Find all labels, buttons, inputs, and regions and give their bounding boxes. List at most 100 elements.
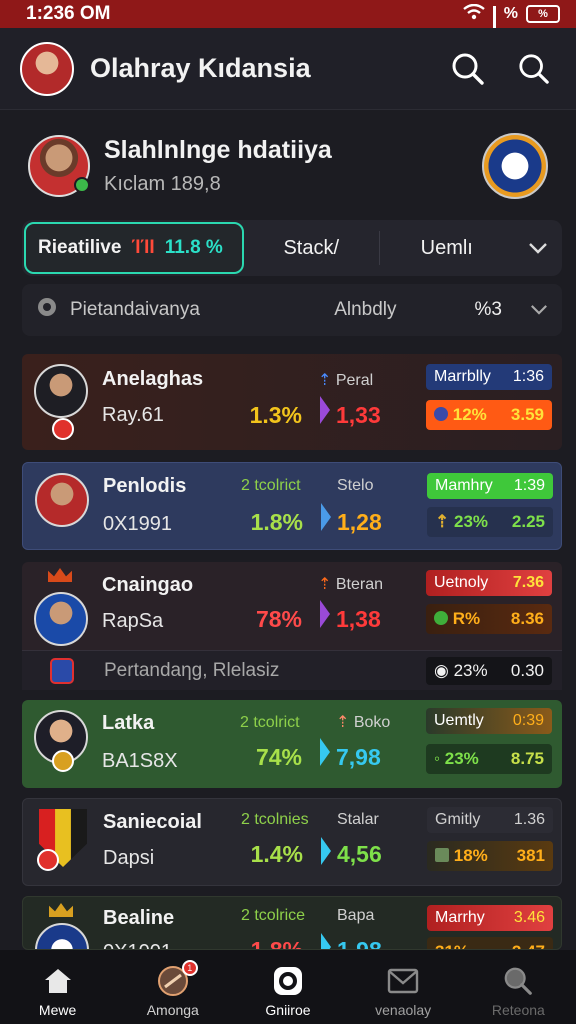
player-name: Cnaingao [102,574,194,596]
column-label: Stelo [337,477,374,494]
trend-arrow-icon [321,933,331,949]
trend-arrow-icon [320,738,330,766]
pill-value: 1:39 [513,477,545,494]
pill2-pct: 31% [435,942,469,949]
nav-item-home[interactable]: Mewe [3,964,113,1018]
nav-label: Reteona [491,1002,545,1018]
match-card[interactable]: Penlodis 0X1991 2 tcolrict Stelo 1.8% 1,… [22,462,562,550]
status-bar: 1:236 OM % % [0,0,576,45]
win-pct: 74% [255,744,302,770]
tab-active-pct: 11.8 % [164,237,223,258]
club-badge-icon [50,658,74,684]
mid-label: 2 tcolrict [241,477,301,494]
column-label: Bapa [337,907,375,924]
profile-avatar[interactable] [28,135,90,197]
odds-pill[interactable]: 18% 381 [427,841,553,871]
odds-value: 1,33 [336,402,381,428]
nav-item-center[interactable]: Gniiroe [233,964,343,1018]
odds-pill[interactable]: R% 8.36 [426,604,552,634]
player-avatar [35,473,89,527]
club-mini-icon [434,407,448,421]
status-pill[interactable]: Gmitly 1.36 [427,807,553,833]
pill2-pct: 12% [452,405,487,424]
odds-pill[interactable]: 31% 2.47 [427,937,553,949]
odds-value: 1,98 [337,937,382,950]
tab-stack[interactable]: Stack/ [244,237,379,260]
status-icons: % % [463,3,560,45]
player-avatar [34,592,88,646]
odds-pill[interactable]: ◦ 23% 8.75 [426,744,552,774]
odds-pill[interactable]: 12% 3.59 [426,400,552,430]
nav-label: Amonga [146,1002,199,1018]
nav-item-search[interactable]: Reteona [463,964,573,1018]
nav-item-matches[interactable]: 1 Amonga [118,960,228,1018]
tabs-row: Rieatilive ΊΊΙ 11.8 % Stack/ Uemlı [22,220,562,276]
match-card[interactable]: Cnaingao RapSa ⇡ Bteran 78% 1,38 Uetnoly… [22,562,562,690]
win-pct: 1.4% [250,841,303,867]
column-label-text: Bteran [335,576,383,593]
online-status-icon [74,177,90,193]
match-card[interactable]: Bealine 0X1001 2 tcolrice Bapa 1.8% 1,98… [22,896,562,950]
player-name: Latka [102,712,155,734]
pill-label: Uemtly [434,712,484,729]
app-logo-avatar[interactable] [20,41,74,96]
status-pill[interactable]: Uemtly 0:39 [426,708,552,734]
odds-value: 1,38 [336,606,381,632]
chevron-down-icon[interactable] [514,242,562,254]
column-label-text: Boko [353,714,391,731]
player-name: Anelaghas [102,368,204,390]
pill-label: Gmitly [435,811,481,828]
footer-pill: ◉ 23% 0.30 [426,657,552,685]
app-header: Olahray Kıdansia [0,28,576,110]
battery-label: % [538,8,548,20]
tab-active[interactable]: Rieatilive ΊΊΙ 11.8 % [24,222,244,274]
column-label: ⇡ Boko [336,714,391,731]
target-icon [271,964,305,998]
odds-value: 1,28 [337,509,382,535]
status-pill[interactable]: Mamhry 1:39 [427,473,553,499]
nav-label: Mewe [38,1002,77,1018]
match-card[interactable]: Saniecoial Dapsi 2 tcolnies Stalar 1.4% … [22,798,562,886]
column-label: ⇡ Bteran [318,576,383,593]
odds-pill[interactable]: ⇡ 23% 2.25 [427,507,553,537]
pill2-pct: R% [452,609,481,628]
club-badge-icon [35,923,89,949]
win-pct: 1.3% [249,402,302,428]
pill-label: Uetnoly [434,574,489,591]
filter-icon [36,296,58,324]
nav-label: venaolay [375,1002,432,1018]
card-footer: Pertandaηg, Rlelasiz ◉ 23% 0.30 [22,650,562,690]
nav-item-messages[interactable]: venaolay [348,964,458,1018]
trend-arrow-icon [320,600,330,628]
tab-third[interactable]: Uemlı [380,237,515,260]
pill2-value: 8.36 [510,609,544,628]
status-time: 1:236 OM [26,3,111,24]
chevron-down-icon[interactable] [530,299,548,321]
player-code: 0X1001 [103,941,172,949]
player-name: Saniecoial [103,811,202,833]
bottom-nav: Mewe 1 Amonga Gniiroe venaolay Reteona [0,950,576,1024]
player-code: BA1S8X [102,750,178,772]
pill2-pct: 23% [444,749,479,768]
status-pill[interactable]: Marrblly 1:36 [426,364,552,390]
search-icon[interactable] [446,47,490,91]
footer-label: Pertandaηg, Rlelasiz [104,660,280,681]
status-pill[interactable]: Uetnoly 7.36 [426,570,552,596]
player-code: Dapsi [103,847,155,869]
pill2-value: 3.59 [510,405,544,424]
match-card[interactable]: Anelaghas Ray.61 ⇡ Peral 1.3% 1,33 Marrb… [22,354,562,450]
column-label-text: Peral [335,372,374,389]
status-pill[interactable]: Marrhy 3.46 [427,905,553,931]
filter-row[interactable]: Pietandaivanya Alnbdly %3 [22,284,562,336]
pill-label: Mamhry [435,477,493,494]
win-pct: 78% [255,606,302,632]
club-mini-icon [52,750,74,772]
tab-active-label: Rieatilive [38,237,122,258]
pill2-value: 2.47 [512,942,545,949]
player-avatar [34,364,88,418]
club-badge-icon[interactable] [482,133,548,199]
search-icon-secondary[interactable] [512,47,556,91]
player-code: RapSa [102,610,164,632]
match-card[interactable]: Latka BA1S8X 2 tcolrict ⇡ Boko 74% 7,98 … [22,700,562,788]
shield-icon [435,848,449,862]
